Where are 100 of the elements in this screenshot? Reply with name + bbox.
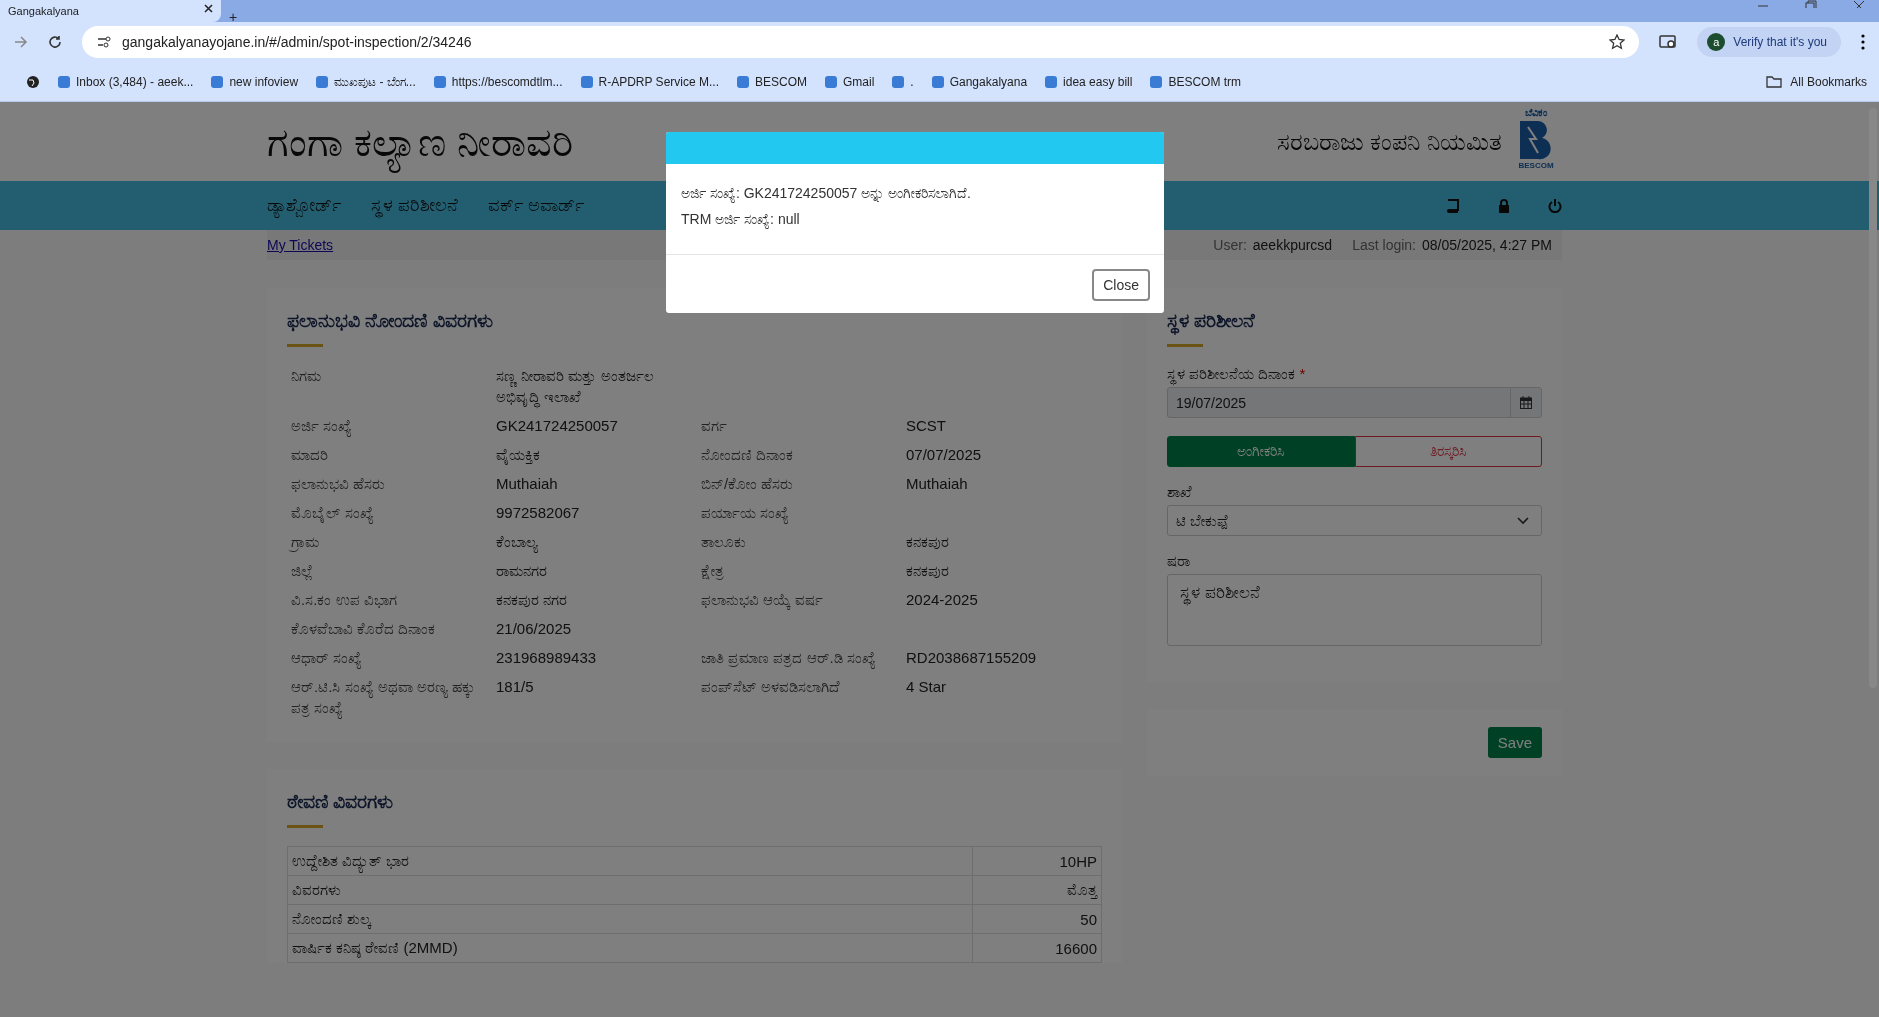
branch-select[interactable]: ಟಿ ಬೇಕುಪ್ಪೆ: [1167, 505, 1542, 536]
my-tickets-link[interactable]: My Tickets: [267, 237, 334, 253]
bookmark-star-icon[interactable]: [1609, 34, 1626, 50]
power-icon[interactable]: [1548, 198, 1562, 213]
site-settings-icon: [96, 35, 112, 49]
section-title: ಫಲಾನುಭವಿ ನೋಂದಣಿ ವಿವರಗಳು: [287, 310, 494, 332]
field-label: ವರ್ಗ: [701, 417, 727, 434]
field-label: ಶಾಖೆ: [1167, 483, 1193, 501]
book-icon[interactable]: [1446, 198, 1460, 213]
table-cell: ಉದ್ದೇಶಿತ ವಿದ್ಯುತ್ ಭಾರ: [287, 846, 973, 876]
site-icon: [580, 75, 593, 88]
remarks-field[interactable]: ಸ್ಥಳ ಪರಿಶೀಲನೆ: [1167, 574, 1542, 646]
table-cell: 10HP: [972, 846, 1102, 876]
field-label: ನೋಂದಣಿ ದಿನಾಂಕ: [701, 446, 794, 463]
all-bookmarks-button[interactable]: All Bookmarks: [1766, 74, 1867, 89]
new-tab-button[interactable]: +: [229, 12, 238, 22]
restore-icon[interactable]: [1805, 0, 1817, 8]
field-value: Muthaiah: [906, 475, 968, 492]
bookmark-link[interactable]: https://bescomdtlm...: [433, 74, 563, 89]
lock-icon[interactable]: [1498, 198, 1510, 213]
bookmark-link[interactable]: BESCOM: [736, 74, 807, 89]
field-value: 181/5: [496, 677, 535, 697]
close-icon[interactable]: [1853, 0, 1865, 8]
table-cell: 50: [972, 904, 1102, 934]
forward-icon[interactable]: [14, 35, 28, 49]
bookmark-link[interactable]: .: [892, 74, 914, 89]
field-label: ಬಿನ್/ಕೋಂ ಹೆಸರು: [701, 475, 794, 492]
bookmark-link[interactable]: R-APDRP Service M...: [580, 74, 719, 89]
field-label: ಫಲಾನುಭವಿ ಹೆಸರು: [291, 474, 387, 494]
field-value: ವೈಯಕ್ತಿಕ: [496, 445, 541, 465]
address-bar[interactable]: gangakalyanayojane.in/#/admin/spot-inspection/2/34246: [82, 26, 1640, 58]
field-label: ಮಾದರಿ: [291, 445, 329, 465]
last-login-label: Last login:: [1352, 237, 1416, 253]
field-value: ಕೆಂಬಾಲ್ಯ: [496, 531, 701, 552]
field-label: ಆಧಾರ್ ಸಂಖ್ಯೆ: [291, 647, 496, 668]
field-label: ಪಂಪ್‌ಸೆಟ್ ಅಳವಡಿಸಲಾಗಿದೆ: [701, 678, 841, 695]
table-cell: 16600: [972, 933, 1102, 963]
field-label: ನಿಗಮ: [291, 366, 322, 386]
section-title: ಠೇವಣಿ ವಿವರಗಳು: [287, 791, 395, 813]
close-icon[interactable]: [204, 3, 213, 13]
bookmark-link[interactable]: BESCOM trm: [1150, 74, 1242, 89]
bookmark-link[interactable]: Gangakalyana: [931, 74, 1028, 89]
field-label: ತಾಲೂಕು: [701, 533, 746, 550]
globe-icon[interactable]: [26, 74, 40, 89]
field-label: ವಿ.ಸ.ಕಂ ಉಪ ವಿಭಾಗ: [291, 590, 398, 610]
site-icon: [211, 75, 224, 88]
tab-search-icon[interactable]: [1659, 34, 1678, 50]
dialog-message: TRM ಅರ್ಜಿ ಸಂಖ್ಯೆ: null: [681, 210, 801, 231]
verify-button[interactable]: a Verify that it's you: [1697, 27, 1841, 57]
browser-tab[interactable]: Gangakalyana: [0, 0, 221, 22]
field-label: ಕೊಳವೆಬಾವಿ ಕೊರೆದ ದಿನಾಂಕ: [291, 619, 437, 639]
date-field[interactable]: 19/07/2025: [1167, 387, 1542, 418]
field-value: ಸಣ್ಣ ನೀರಾವರಿ ಮತ್ತು ಅಂತರ್ಜಲ ಅಭಿವೃದ್ಧಿ ಇಲಾಖೆ: [496, 365, 706, 407]
table-cell: ವಿವರಗಳು: [287, 875, 973, 905]
reload-icon[interactable]: [48, 35, 62, 49]
last-login: 08/05/2025, 4:27 PM: [1422, 237, 1552, 253]
bookmark-link[interactable]: new infoview: [211, 74, 299, 89]
field-label: ಅರ್ಜಿ ಸಂಖ್ಯೆ: [291, 415, 496, 436]
menu-icon[interactable]: [1861, 34, 1865, 50]
field-value: Muthaiah: [496, 474, 559, 494]
field-label: ಆರ್.ಟಿ.ಸಿ ಸಂಖ್ಯೆ ಅಥವಾ ಅರಣ್ಯ ಹಕ್ಕು ಪತ್ರ ಸಂಖ್ಯೆ: [291, 676, 496, 718]
table-cell: ನೋಂದಣಿ ಶುಲ್ಕ: [287, 904, 973, 934]
bookmark-link[interactable]: Gmail: [825, 74, 875, 89]
company-name: ಸರಬರಾಜು ಕಂಪನಿ ನಿಯಮಿತ: [1276, 127, 1502, 156]
bookmark-link[interactable]: idea easy bill: [1045, 74, 1133, 89]
field-value: ಕನಕಪುರ: [906, 533, 949, 550]
user-name: aeekkpurcsd: [1252, 237, 1333, 253]
bookmark-link[interactable]: ಮುಖಪುಟ - ಬೆಂಗ...: [316, 74, 416, 89]
site-icon: [736, 75, 749, 88]
field-label: ಮೊಬೈಲ್ ಸಂಖ್ಯೆ: [291, 502, 496, 523]
field-label: ಷರಾ: [1167, 552, 1191, 570]
required-mark: *: [1299, 365, 1306, 382]
field-value: SCST: [906, 417, 946, 434]
scrollbar[interactable]: [1869, 108, 1877, 688]
site-icon: [1150, 75, 1163, 88]
field-label: ಕ್ಷೇತ್ರ: [701, 562, 724, 579]
bookmark-link[interactable]: Inbox (3,484) - aeek...: [58, 74, 194, 89]
field-value: 21/06/2025: [496, 619, 573, 639]
chevron-down-icon: [1517, 516, 1529, 525]
folder-icon: [1766, 75, 1783, 88]
field-value: 2024-2025: [906, 591, 978, 608]
avatar-icon: a: [1707, 33, 1726, 51]
company-logo: ಬೆವಿಕಂ BESCOM: [1517, 106, 1555, 172]
table-cell: ವಾರ್ಷಿಕ ಕನಿಷ್ಠ ಠೇವಣಿ (2MMD): [287, 933, 973, 963]
field-label: ಫಲಾನುಭವಿ ಆಯ್ಕೆ ವರ್ಷ: [701, 591, 824, 608]
table-cell: ಮೊತ್ತ: [972, 875, 1102, 905]
field-value: ಕನಕಪುರ: [906, 562, 949, 579]
field-value: 4 Star: [906, 678, 947, 695]
site-icon: [825, 75, 837, 88]
field-value: RD2038687155209: [906, 649, 1037, 666]
field-value: ರಾಮನಗರ: [496, 561, 548, 581]
site-icon: [1045, 75, 1058, 88]
field-label: ಗ್ರಾಮ: [291, 532, 320, 552]
calendar-icon[interactable]: [1520, 396, 1532, 409]
user-label: User:: [1213, 237, 1247, 253]
close-button[interactable]: Close: [1092, 269, 1150, 301]
dialog-message: ಅರ್ಜಿ ಸಂಖ್ಯೆ: GK241724250057 ಅನ್ನು ಅಂಗೀಕರಿಸಲಾಗಿದೆ.: [681, 184, 972, 205]
site-icon: [433, 75, 446, 88]
field-value: GK241724250057: [496, 416, 619, 436]
field-value: 231968989433: [496, 648, 598, 668]
